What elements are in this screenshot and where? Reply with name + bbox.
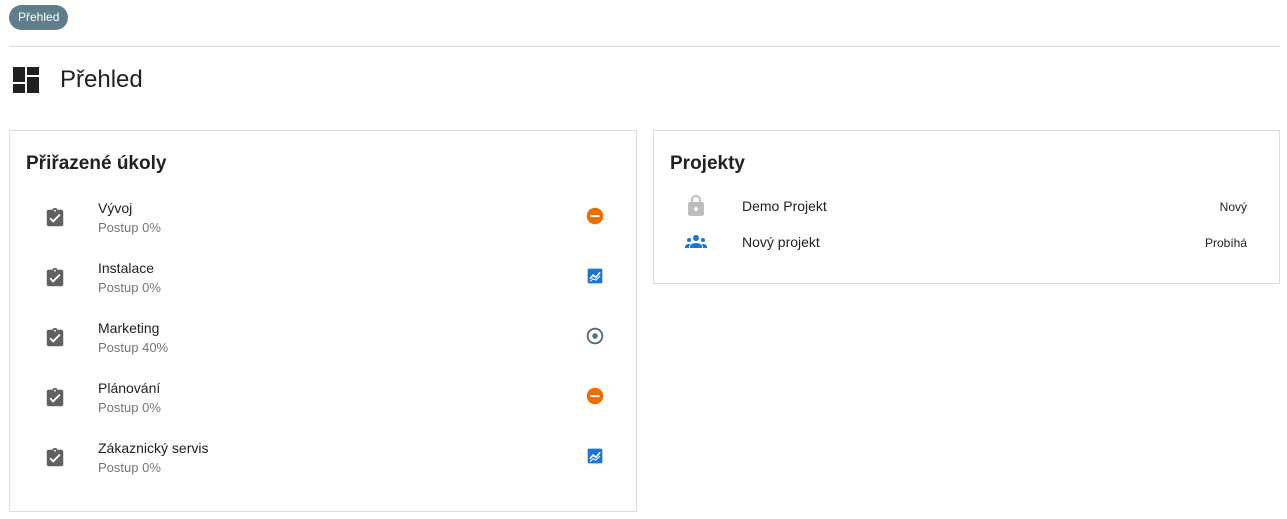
task-progress: Postup 40% [98,340,169,355]
projects-title: Projekty [670,153,745,174]
minus-circle-icon [586,207,604,225]
project-list: Demo Projekt Nový Nový projekt Probíhá [654,194,1279,266]
task-name: Vývoj [98,200,133,216]
task-progress: Postup 0% [98,400,161,415]
task-progress: Postup 0% [98,280,161,295]
task-progress: Postup 0% [98,220,161,235]
project-name: Demo Projekt [742,198,827,214]
task-name: Plánování [98,380,161,396]
assigned-tasks-card: Přiřazené úkoly Vývoj Postup 0% Instalac… [9,130,637,512]
task-progress: Postup 0% [98,460,161,475]
task-name: Zákaznický servis [98,440,209,456]
chart-icon [587,268,603,284]
task-list: Vývoj Postup 0% Instalace Postup 0% Mark… [10,194,636,494]
dashboard-icon [13,67,39,93]
project-row[interactable]: Nový projekt Probíhá [654,230,1279,266]
task-row[interactable]: Plánování Postup 0% [10,374,636,434]
page-title: Přehled [60,66,143,93]
projects-card: Projekty Demo Projekt Nový Nový projekt … [653,130,1280,284]
header-divider [9,46,1280,47]
task-row[interactable]: Marketing Postup 40% [10,314,636,374]
assigned-tasks-title: Přiřazené úkoly [26,153,167,174]
task-row[interactable]: Vývoj Postup 0% [10,194,636,254]
project-status: Nový [1219,200,1247,214]
breadcrumb-chip[interactable]: Přehled [9,5,69,30]
project-status: Probíhá [1204,236,1247,250]
project-name: Nový projekt [742,234,820,250]
group-icon [685,235,707,248]
chart-icon [587,448,603,464]
lock-icon [688,195,704,216]
target-circle-icon [586,327,604,345]
project-row[interactable]: Demo Projekt Nový [654,194,1279,230]
clipboard-check-icon [46,267,64,287]
task-name: Marketing [98,320,160,336]
task-row[interactable]: Instalace Postup 0% [10,254,636,314]
page-header: Přehled [12,66,143,94]
clipboard-check-icon [46,447,64,467]
task-name: Instalace [98,260,155,276]
clipboard-check-icon [46,207,64,227]
clipboard-check-icon [46,327,64,347]
task-row[interactable]: Zákaznický servis Postup 0% [10,434,636,494]
breadcrumb: Přehled [9,5,69,30]
clipboard-check-icon [46,387,64,407]
minus-circle-icon [586,387,604,405]
